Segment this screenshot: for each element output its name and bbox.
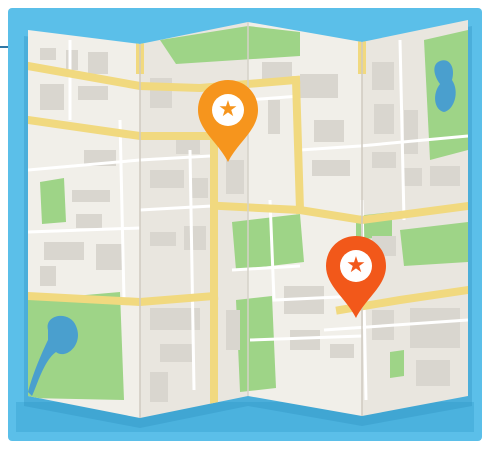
block [76,214,102,228]
block [72,190,110,202]
block [410,308,460,348]
block [40,48,56,60]
block [40,84,64,110]
block [44,242,84,260]
block [150,170,184,188]
block [40,266,56,286]
block [66,50,78,70]
block [372,152,396,168]
block [96,244,124,270]
block [290,330,320,350]
block [404,110,418,154]
block [372,62,394,90]
block [160,344,194,362]
block [374,104,394,134]
block [88,52,108,74]
park-left-small [40,178,66,224]
park-center [232,214,304,270]
block [150,232,176,246]
block [330,344,354,358]
block [268,100,280,134]
star-icon: ★ [346,253,366,278]
park-lower-center [236,296,276,392]
map-marker-right[interactable]: ★ [324,234,388,322]
block [192,178,208,198]
block [416,360,450,386]
block [184,226,206,250]
block [78,86,108,100]
block [404,168,422,186]
park-bottom-left [28,292,124,400]
park-bottom-right [390,350,404,378]
block [150,372,168,402]
block [226,310,240,350]
star-icon: ★ [218,97,238,122]
block [312,160,350,176]
folded-map[interactable] [0,0,490,449]
map-marker-top[interactable]: ★ [196,78,260,166]
block [430,166,460,186]
block [300,74,338,98]
block [314,120,344,142]
